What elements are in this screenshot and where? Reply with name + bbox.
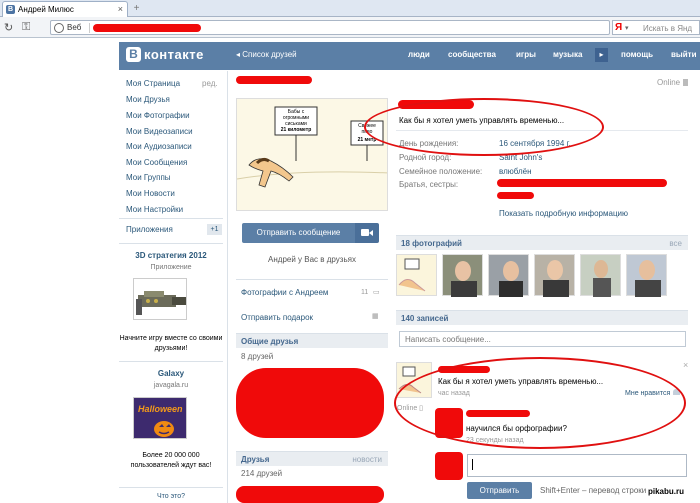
redacted-mutual-friends bbox=[236, 368, 384, 438]
globe-icon bbox=[54, 23, 64, 33]
nav-games[interactable]: игры bbox=[516, 50, 536, 59]
menu-edit-link[interactable]: ред. bbox=[202, 79, 218, 88]
photos-header[interactable]: 18 фотографий все bbox=[396, 235, 688, 250]
camera-icon bbox=[361, 229, 369, 236]
send-gift-link[interactable]: Отправить подарок bbox=[241, 313, 313, 322]
profile-avatar[interactable]: Бабы с огромными сиськами 21 километр Св… bbox=[236, 98, 388, 211]
photos-with-link[interactable]: Фотографии с Андреем bbox=[241, 288, 328, 297]
redacted-siblings-2 bbox=[497, 192, 534, 199]
friends-list-link[interactable]: ◂ Список друзей bbox=[236, 50, 297, 59]
relationship-label: Семейное положение: bbox=[399, 167, 483, 176]
search-placeholder: Искать в Янд bbox=[643, 24, 693, 33]
photos-with-count: 11 bbox=[361, 289, 369, 296]
menu-my-groups[interactable]: Мои Группы bbox=[126, 173, 171, 182]
gift-icon: ▦ bbox=[372, 313, 379, 320]
browser-tab[interactable]: В Андрей Милюс × bbox=[2, 1, 128, 17]
key-icon[interactable]: ⚿ bbox=[22, 21, 30, 34]
vk-favicon-icon: В bbox=[6, 5, 15, 14]
menu-my-page[interactable]: Моя Страница bbox=[126, 79, 180, 88]
photo-thumb-1[interactable] bbox=[396, 254, 437, 296]
avatar-sign-1: Бабы с огромными сиськами bbox=[282, 109, 310, 127]
search-input[interactable]: Я ▾ Искать в Янд bbox=[612, 20, 700, 35]
mutual-friends-header[interactable]: Общие друзья bbox=[236, 333, 388, 348]
ad1-subtitle: Приложение bbox=[150, 264, 192, 271]
photo-thumb-2[interactable] bbox=[442, 254, 483, 297]
friends-header[interactable]: Друзья новости bbox=[236, 451, 388, 466]
nav-more-arrow-icon[interactable]: ▸ bbox=[595, 48, 608, 62]
online-status: Online bbox=[657, 78, 689, 87]
tab-close-icon[interactable]: × bbox=[118, 4, 123, 14]
redacted-profile-name bbox=[236, 76, 312, 84]
nav-help[interactable]: помощь bbox=[621, 50, 653, 59]
dropdown-icon[interactable]: ▾ bbox=[625, 24, 629, 32]
redacted-friends bbox=[236, 486, 384, 503]
redacted-siblings-1 bbox=[497, 179, 667, 187]
apps-count-badge[interactable]: +1 bbox=[207, 224, 222, 235]
ad1-text[interactable]: Начните игру вместе со своими друзьями! bbox=[119, 334, 223, 354]
ads-what-is-this[interactable]: Что это? bbox=[119, 492, 223, 502]
annotation-oval-status bbox=[364, 98, 604, 156]
ad2-title[interactable]: Galaxy bbox=[119, 369, 223, 378]
photo-thumb-5[interactable] bbox=[580, 254, 621, 297]
redacted-url bbox=[93, 24, 201, 32]
yandex-logo-icon: Я bbox=[615, 22, 623, 33]
friends-news-link: новости bbox=[352, 455, 382, 464]
menu-apps[interactable]: Приложения bbox=[126, 225, 173, 234]
address-bar-row: ↻ ⚿ Веб Я ▾ Искать в Янд bbox=[0, 17, 700, 38]
nav-communities[interactable]: сообщества bbox=[448, 50, 496, 59]
ad2-image[interactable]: Halloween bbox=[133, 397, 187, 439]
photo-thumb-3[interactable] bbox=[488, 254, 529, 297]
ad1-image[interactable] bbox=[133, 278, 187, 320]
vk-logo-text: контакте bbox=[144, 47, 204, 62]
menu-my-friends[interactable]: Мои Друзья bbox=[126, 95, 170, 104]
ad2-text[interactable]: Более 20 000 000 пользователей ждут вас! bbox=[119, 451, 223, 471]
vk-logo-icon: В bbox=[126, 47, 141, 62]
tab-title: Андрей Милюс bbox=[18, 5, 74, 14]
menu-my-news[interactable]: Мои Новости bbox=[126, 189, 175, 198]
relationship-value[interactable]: влюблён bbox=[499, 167, 532, 176]
menu-my-videos[interactable]: Мои Видеозаписи bbox=[126, 127, 193, 136]
send-comment-button[interactable]: Отправить bbox=[467, 482, 532, 499]
siblings-label: Братья, сестры: bbox=[399, 180, 459, 189]
nav-music[interactable]: музыка bbox=[553, 50, 582, 59]
menu-my-messages[interactable]: Мои Сообщения bbox=[126, 158, 187, 167]
friends-count: 214 друзей bbox=[241, 469, 283, 478]
mutual-friends-count: 8 друзей bbox=[241, 352, 274, 361]
ad2-subtitle: javagala.ru bbox=[153, 382, 189, 389]
address-label: Веб bbox=[67, 23, 82, 32]
photo-icon: ▭ bbox=[373, 289, 380, 296]
phone-icon bbox=[683, 79, 689, 87]
in-friends-label: Андрей у Вас в друзьях bbox=[268, 255, 356, 264]
comment-input[interactable] bbox=[467, 454, 687, 477]
send-hint: Shift+Enter – перевод строки bbox=[540, 486, 647, 495]
watermark: pikabu.ru bbox=[646, 487, 687, 496]
photo-thumb-4[interactable] bbox=[534, 254, 575, 297]
photo-thumb-6[interactable] bbox=[626, 254, 667, 297]
reload-icon[interactable]: ↻ bbox=[4, 21, 13, 34]
photos-all-link: все bbox=[669, 239, 682, 248]
new-tab-button[interactable]: + bbox=[130, 3, 143, 14]
redacted-my-avatar bbox=[435, 452, 463, 480]
wall-post-input[interactable]: Написать сообщение... bbox=[399, 331, 686, 347]
nav-people[interactable]: люди bbox=[408, 50, 430, 59]
address-input[interactable]: Веб bbox=[50, 20, 610, 35]
avatar-sign-1-km: 21 километр bbox=[280, 127, 312, 133]
menu-my-settings[interactable]: Мои Настройки bbox=[126, 205, 183, 214]
nav-logout[interactable]: выйти bbox=[671, 50, 697, 59]
annotation-oval-comments bbox=[394, 357, 686, 449]
browser-tab-bar: В Андрей Милюс × + bbox=[0, 0, 700, 17]
menu-my-audio[interactable]: Мои Аудиозаписи bbox=[126, 142, 192, 151]
menu-my-photos[interactable]: Мои Фотографии bbox=[126, 111, 190, 120]
show-full-info-link[interactable]: Показать подробную информацию bbox=[499, 209, 628, 218]
wall-header[interactable]: 140 записей bbox=[396, 310, 688, 325]
post-close-icon[interactable]: × bbox=[683, 360, 688, 370]
ad1-title[interactable]: 3D стратегия 2012 bbox=[119, 251, 223, 260]
send-message-button[interactable]: Отправить сообщение bbox=[242, 223, 355, 243]
video-call-button[interactable] bbox=[355, 223, 379, 243]
